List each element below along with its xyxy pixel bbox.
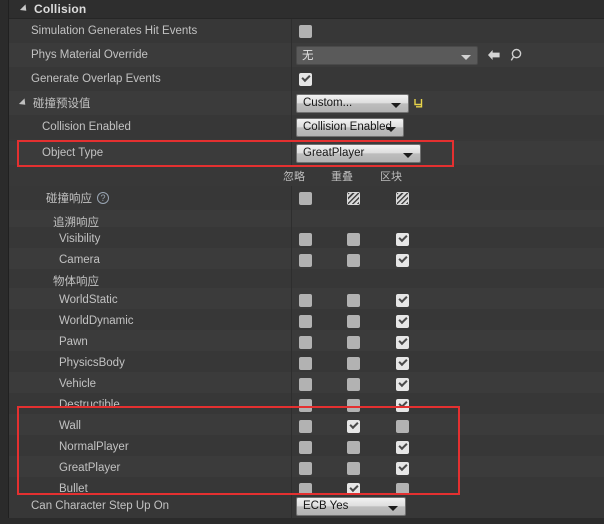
row-simulation-generates-hit-events: Simulation Generates Hit Events bbox=[9, 19, 604, 43]
checkbox-normalplayer-overlap[interactable] bbox=[347, 441, 360, 454]
checkbox-worldstatic-overlap[interactable] bbox=[347, 294, 360, 307]
column-divider bbox=[291, 115, 292, 139]
checkbox-destructible-block[interactable] bbox=[396, 399, 409, 412]
row-collision-enabled: Collision Enabled Collision Enabled bbox=[9, 115, 604, 139]
checkbox-greatplayer-block[interactable] bbox=[396, 462, 409, 475]
phys-material-value: 无 bbox=[302, 48, 314, 62]
reset-arrow-icon[interactable] bbox=[413, 97, 425, 109]
label-object-type: Object Type bbox=[42, 147, 104, 159]
checkbox-vehicle-ignore[interactable] bbox=[299, 378, 312, 391]
checkbox-destructible-ignore[interactable] bbox=[299, 399, 312, 412]
checkbox-visibility-overlap[interactable] bbox=[347, 233, 360, 246]
row-collision-preset: 碰撞预设值 Custom... bbox=[9, 91, 604, 115]
column-divider bbox=[291, 141, 292, 165]
can-character-step-up-on-dropdown[interactable]: ECB Yes bbox=[296, 496, 406, 516]
triangle-down-icon[interactable] bbox=[19, 4, 30, 14]
checkbox-worldstatic-ignore[interactable] bbox=[299, 294, 312, 307]
checkbox-wall-ignore[interactable] bbox=[299, 420, 312, 433]
checkbox-camera-overlap[interactable] bbox=[347, 254, 360, 267]
page-title: Collision bbox=[34, 2, 87, 16]
collision-preset-value: Custom... bbox=[303, 97, 353, 109]
checkbox-pawn-ignore[interactable] bbox=[299, 336, 312, 349]
column-divider bbox=[291, 186, 292, 210]
checkbox-collision-response-ignore[interactable] bbox=[299, 192, 312, 205]
checkbox-vehicle-overlap[interactable] bbox=[347, 378, 360, 391]
chevron-down-icon[interactable] bbox=[388, 505, 398, 511]
chevron-down-icon[interactable] bbox=[403, 152, 413, 158]
column-divider bbox=[291, 494, 292, 518]
chevron-down-icon[interactable] bbox=[386, 126, 396, 132]
column-divider bbox=[291, 19, 292, 43]
checkbox-greatplayer-overlap[interactable] bbox=[347, 462, 360, 475]
question-mark-icon[interactable]: ? bbox=[97, 192, 109, 204]
object-type-dropdown[interactable]: GreatPlayer bbox=[296, 143, 421, 163]
label-collision-enabled: Collision Enabled bbox=[42, 121, 131, 133]
checkbox-physicsbody-block[interactable] bbox=[396, 357, 409, 370]
checkbox-worlddynamic-block[interactable] bbox=[396, 315, 409, 328]
column-divider bbox=[291, 43, 292, 67]
checkbox-wall-overlap[interactable] bbox=[347, 420, 360, 433]
checkbox-physicsbody-overlap[interactable] bbox=[347, 357, 360, 370]
checkbox-worlddynamic-ignore[interactable] bbox=[299, 315, 312, 328]
checkbox-normalplayer-ignore[interactable] bbox=[299, 441, 312, 454]
checkbox-collision-response-overlap[interactable] bbox=[347, 192, 360, 205]
object-type-value: GreatPlayer bbox=[303, 147, 365, 159]
checkbox-greatplayer-ignore[interactable] bbox=[299, 462, 312, 475]
checkbox-collision-response-block[interactable] bbox=[396, 192, 409, 205]
checkbox-visibility-ignore[interactable] bbox=[299, 233, 312, 246]
magnifier-icon[interactable] bbox=[510, 48, 525, 62]
checkbox-pawn-overlap[interactable] bbox=[347, 336, 360, 349]
label-generate-overlap-events: Generate Overlap Events bbox=[31, 73, 161, 85]
checkbox-physicsbody-ignore[interactable] bbox=[299, 357, 312, 370]
checkbox-worldstatic-block[interactable] bbox=[396, 294, 409, 307]
arrow-left-icon[interactable] bbox=[487, 49, 501, 61]
checkbox-vehicle-block[interactable] bbox=[396, 378, 409, 391]
collision-category-header[interactable]: Collision bbox=[9, 0, 604, 19]
row-phys-material-override: Phys Material Override 无 bbox=[9, 43, 604, 67]
can-character-step-up-on-value: ECB Yes bbox=[303, 500, 349, 512]
chevron-down-icon[interactable] bbox=[391, 102, 401, 108]
row-can-character-step-up-on: Can Character Step Up On ECB Yes bbox=[9, 494, 604, 518]
collision-preset-dropdown[interactable]: Custom... bbox=[296, 93, 409, 113]
checkbox-wall-block[interactable] bbox=[396, 420, 409, 433]
column-header-overlap: 重叠 bbox=[331, 170, 353, 183]
panel-left-rail bbox=[0, 0, 9, 524]
collision-enabled-value: Collision Enabled bbox=[303, 121, 392, 133]
label-simulation-generates-hit-events: Simulation Generates Hit Events bbox=[31, 25, 198, 37]
panel-bottom-strip bbox=[0, 518, 604, 524]
column-header-ignore: 忽略 bbox=[283, 170, 305, 183]
triangle-down-icon[interactable] bbox=[18, 98, 29, 108]
checkbox-camera-block[interactable] bbox=[396, 254, 409, 267]
phys-material-asset-picker[interactable]: 无 bbox=[296, 45, 478, 65]
row-object-type: Object Type GreatPlayer bbox=[9, 141, 604, 165]
checkbox-normalplayer-block[interactable] bbox=[396, 441, 409, 454]
checkbox-camera-ignore[interactable] bbox=[299, 254, 312, 267]
row-generate-overlap-events: Generate Overlap Events bbox=[9, 67, 604, 91]
checkbox-worlddynamic-overlap[interactable] bbox=[347, 315, 360, 328]
checkbox-generate-overlap-events[interactable] bbox=[299, 73, 312, 86]
checkbox-visibility-block[interactable] bbox=[396, 233, 409, 246]
label-phys-material-override: Phys Material Override bbox=[31, 49, 148, 61]
collision-enabled-dropdown[interactable]: Collision Enabled bbox=[296, 117, 404, 137]
row-collision-response: 碰撞响应 ? bbox=[9, 186, 604, 210]
column-divider bbox=[291, 91, 292, 115]
collision-details-panel: Collision Simulation Generates Hit Event… bbox=[0, 0, 604, 524]
checkbox-destructible-overlap[interactable] bbox=[347, 399, 360, 412]
label-collision-preset: 碰撞预设值 bbox=[33, 96, 91, 110]
label-can-character-step-up-on: Can Character Step Up On bbox=[31, 500, 170, 512]
label-collision-response: 碰撞响应 bbox=[46, 191, 92, 205]
column-divider bbox=[291, 67, 292, 91]
checkbox-simulation-generates-hit-events[interactable] bbox=[299, 25, 312, 38]
checkbox-pawn-block[interactable] bbox=[396, 336, 409, 349]
chevron-down-icon[interactable] bbox=[461, 54, 471, 60]
column-header-block: 区块 bbox=[380, 170, 402, 183]
